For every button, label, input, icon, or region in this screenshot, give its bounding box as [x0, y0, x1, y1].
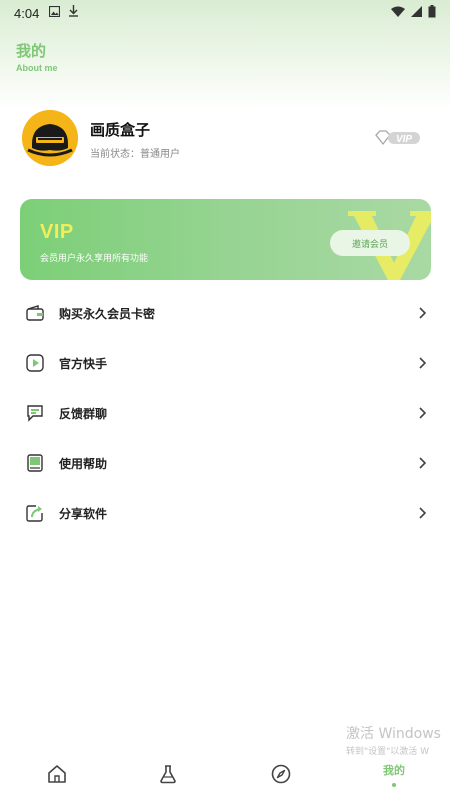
profile-name: 画质盒子: [90, 121, 151, 139]
tab-mine[interactable]: 我的: [369, 754, 419, 794]
signal-icon: [411, 5, 422, 21]
menu-item-official-kuaishou[interactable]: 官方快手: [20, 338, 434, 388]
profile-status: 当前状态：普通用户: [90, 149, 180, 160]
tab-home[interactable]: [32, 754, 82, 794]
vip-card-description: 会员用户永久享用所有功能: [40, 254, 149, 264]
menu-item-label: 使用帮助: [59, 456, 108, 471]
activation-watermark-title: 激活 Windows: [346, 726, 441, 742]
chat-icon: [25, 403, 45, 423]
invite-member-button[interactable]: 邀请会员: [330, 230, 410, 256]
tab-discover[interactable]: [256, 754, 306, 794]
page-title: 我的: [16, 42, 47, 60]
menu-item-share-app[interactable]: 分享软件: [20, 488, 434, 538]
avatar[interactable]: [22, 110, 78, 166]
video-play-icon: [25, 353, 45, 373]
book-icon: [25, 453, 45, 473]
active-tab-indicator: [392, 782, 396, 787]
chevron-right-icon: [419, 507, 427, 519]
menu-item-help[interactable]: 使用帮助: [20, 438, 434, 488]
menu-item-label: 反馈群聊: [59, 406, 108, 421]
page-subtitle: About me: [16, 63, 58, 73]
chevron-right-icon: [419, 407, 427, 419]
vip-badge-label: VIP: [396, 134, 412, 145]
image-notification-icon: [49, 5, 61, 21]
home-icon: [48, 765, 66, 783]
tab-lab[interactable]: [143, 754, 193, 794]
wallet-icon: [25, 303, 45, 323]
tab-mine-label: 我的: [383, 763, 405, 777]
bottom-tab-bar: 我的: [0, 746, 450, 800]
profile-section[interactable]: 画质盒子 当前状态：普通用户 VIP: [22, 110, 428, 166]
vip-card[interactable]: VIP 会员用户永久享用所有功能 邀请会员: [20, 199, 431, 280]
menu-item-feedback-group[interactable]: 反馈群聊: [20, 388, 434, 438]
chevron-right-icon: [419, 357, 427, 369]
status-bar: 4:04: [0, 0, 450, 26]
wifi-icon: [391, 6, 405, 21]
menu-list: 购买永久会员卡密 官方快手 反馈群聊 使用帮助 分享软件: [20, 288, 434, 538]
menu-item-label: 官方快手: [59, 356, 108, 371]
share-icon: [25, 503, 45, 523]
menu-item-label: 分享软件: [59, 506, 108, 521]
download-notification-icon: [68, 5, 79, 21]
flask-icon: [160, 765, 176, 784]
battery-icon: [428, 4, 436, 22]
menu-item-label: 购买永久会员卡密: [59, 306, 156, 321]
menu-item-buy-membership[interactable]: 购买永久会员卡密: [20, 288, 434, 338]
vip-badge: VIP: [374, 129, 422, 147]
compass-icon: [271, 764, 291, 784]
vip-card-title: VIP: [40, 221, 74, 243]
chevron-right-icon: [419, 457, 427, 469]
chevron-right-icon: [419, 307, 427, 319]
status-time: 4:04: [14, 5, 40, 21]
